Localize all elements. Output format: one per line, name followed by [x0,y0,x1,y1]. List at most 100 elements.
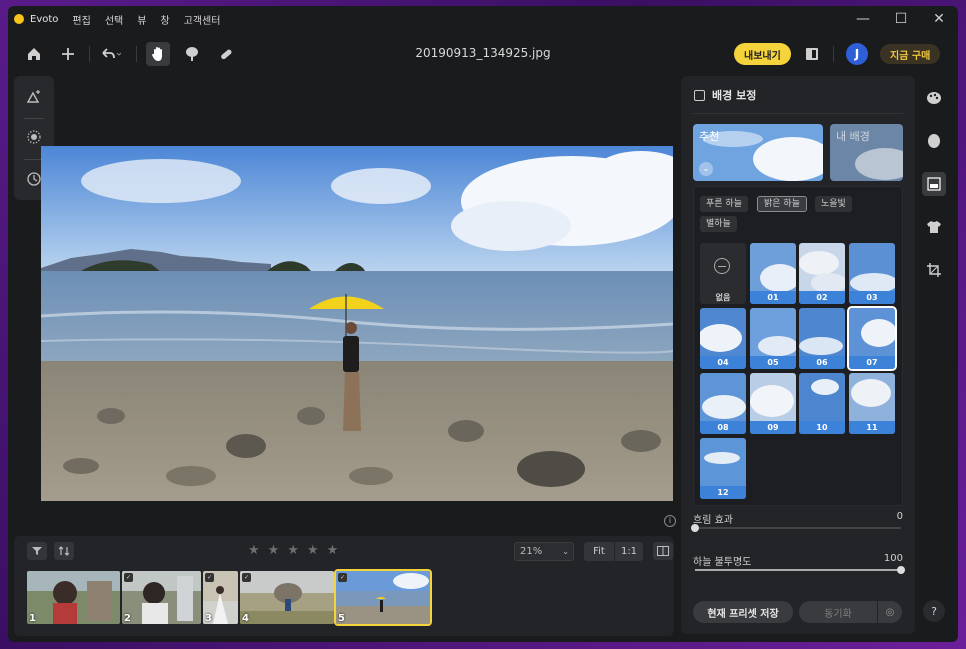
title-bar: Evoto 편집 선택 뷰 창 고객센터 — ☐ ✕ [8,6,958,32]
chip-sunset[interactable]: 노을빛 [815,196,852,212]
tab-my-background[interactable]: 내 배경 [830,124,903,181]
triangle-sparkle-icon[interactable] [22,84,46,108]
sync-button[interactable]: 동기화 [799,601,877,623]
add-icon[interactable] [56,42,80,66]
filmstrip-panel: ★ ★ ★ ★ ★ 21% ⌄ Fit 1:1 1 ✓ 2 ✓ 3 ✓ 4 ✓ … [14,536,674,636]
preset-item[interactable]: 04 [700,308,746,369]
sky-opacity-slider[interactable] [695,566,905,574]
app-window: Evoto 편집 선택 뷰 창 고객센터 — ☐ ✕ 20190913_1349… [8,6,958,642]
thumbnail-number: 3 [205,613,212,624]
star-icon[interactable]: ★ [248,543,260,558]
star-icon[interactable]: ★ [307,543,319,558]
chip-blue-sky[interactable]: 푸른 하늘 [700,196,748,212]
edited-badge-icon: ✓ [124,573,133,582]
preset-item[interactable]: 05 [750,308,796,369]
compare-panel-icon[interactable] [800,42,824,66]
avatar[interactable]: J [846,43,868,65]
edited-badge-icon: ✓ [338,573,347,582]
background-icon [694,90,705,101]
thumbnail-selected[interactable]: ✓ 5 [334,569,432,626]
app-name: Evoto [30,13,59,25]
preset-item[interactable]: 11 [849,373,895,434]
thumbnail-number: 5 [338,613,345,624]
thumbnail-number: 4 [242,613,249,624]
zoom-select[interactable]: 21% ⌄ [514,542,574,561]
preset-item[interactable]: 06 [799,308,845,369]
background-adjust-panel: 배경 보정 추천 ⌄ 내 배경 푸른 하늘 밝은 하늘 노을빛 별하늘 없음 0… [681,76,915,634]
minimize-button[interactable]: — [844,6,882,32]
tree-brush-icon[interactable] [180,42,204,66]
one-to-one-button[interactable]: 1:1 [615,542,643,561]
sky-opacity-label: 하늘 불투명도 [693,557,752,568]
tab-recommended[interactable]: 추천 ⌄ [693,124,823,181]
menu-support[interactable]: 고객센터 [184,12,221,27]
preset-item-selected[interactable]: 07 [847,306,897,371]
crop-icon[interactable] [922,258,946,282]
sort-icon[interactable] [54,542,74,560]
filter-icon[interactable] [27,542,47,560]
preset-list: 푸른 하늘 밝은 하늘 노을빛 별하늘 없음 01 02 03 04 05 06… [693,186,903,506]
palette-icon[interactable] [922,86,946,110]
fit-button[interactable]: Fit [584,542,614,561]
chip-bright-sky[interactable]: 밝은 하늘 [757,196,807,212]
sky-opacity-slider-thumb[interactable] [897,566,905,574]
clothing-icon[interactable] [922,215,946,239]
rating-stars[interactable]: ★ ★ ★ ★ ★ [248,543,338,558]
chip-starry-sky[interactable]: 별하늘 [700,216,737,232]
preset-item[interactable]: 10 [799,373,845,434]
blur-label: 흐림 효과 [693,515,733,526]
menu-select[interactable]: 선택 [105,12,123,27]
app-logo-icon [14,14,24,24]
chevron-down-icon[interactable]: ⌄ [699,162,713,176]
face-icon[interactable] [922,129,946,153]
thumbnail[interactable]: ✓ 3 [203,571,238,624]
thumbnail[interactable]: ✓ 2 [122,571,201,624]
preset-none[interactable]: 없음 [700,243,746,304]
main-photo[interactable] [41,146,673,501]
undo-icon[interactable] [96,42,126,66]
minus-circle-icon [714,258,730,274]
panel-title: 배경 보정 [712,89,757,102]
sky-opacity-value: 100 [883,553,903,564]
thumbnail-number: 1 [29,613,36,624]
edited-badge-icon: ✓ [205,573,214,582]
hand-tool-icon[interactable] [146,42,170,66]
preset-item[interactable]: 12 [700,438,746,499]
blur-value: 0 [896,511,903,522]
edited-badge-icon: ✓ [242,573,251,582]
preset-item[interactable]: 02 [799,243,845,304]
preset-item[interactable]: 01 [750,243,796,304]
menu-window[interactable]: 창 [160,12,169,27]
tab-recommended-label: 추천 [699,130,720,143]
home-icon[interactable] [22,42,46,66]
zoom-value: 21% [520,546,543,557]
buy-now-button[interactable]: 지금 구매 [880,44,941,64]
save-preset-button[interactable]: 현재 프리셋 저장 [693,601,793,623]
background-tool-icon[interactable] [922,172,946,196]
bandage-icon[interactable] [214,42,238,66]
preset-item[interactable]: 09 [750,373,796,434]
menu-edit[interactable]: 편집 [72,12,90,27]
split-view-icon[interactable] [653,542,673,560]
export-button[interactable]: 내보내기 [734,43,791,65]
toolbar: 20190913_134925.jpg 내보내기 J 지금 구매 [8,36,958,72]
close-button[interactable]: ✕ [920,6,958,32]
menu-view[interactable]: 뷰 [137,12,146,27]
blur-slider-thumb[interactable] [691,524,699,532]
maximize-button[interactable]: ☐ [882,6,920,32]
chevron-down-icon: ⌄ [562,547,569,556]
help-button[interactable]: ? [923,600,945,622]
info-icon[interactable]: i [664,515,676,527]
thumbnail-number: 2 [124,613,131,624]
thumbnail[interactable]: 1 [27,571,120,624]
star-icon[interactable]: ★ [287,543,299,558]
tab-my-background-label: 내 배경 [836,130,870,143]
preset-item[interactable]: 08 [700,373,746,434]
sync-options-icon[interactable]: ◎ [878,601,902,623]
blur-slider[interactable] [691,524,901,532]
preset-label: 없음 [715,293,731,302]
preset-item[interactable]: 03 [849,243,895,304]
star-icon[interactable]: ★ [327,543,339,558]
thumbnail[interactable]: ✓ 4 [240,571,334,624]
star-icon[interactable]: ★ [268,543,280,558]
